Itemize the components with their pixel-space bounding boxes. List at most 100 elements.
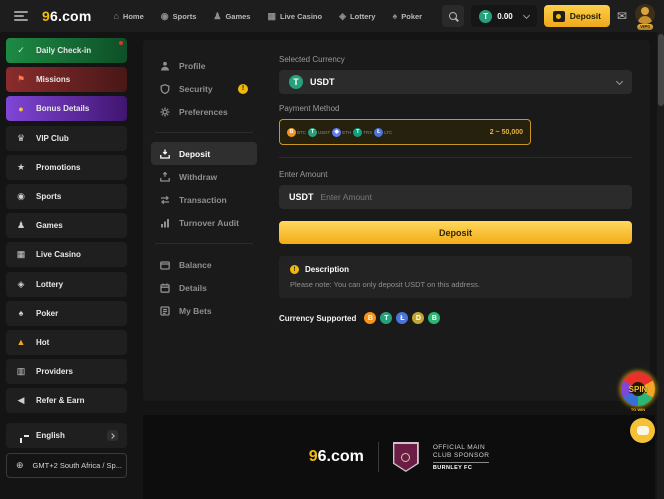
- usdt-coin-icon: T: [289, 75, 303, 89]
- nav-item-lottery[interactable]: ◈Lottery: [339, 11, 375, 22]
- amount-currency-prefix: USDT: [289, 192, 314, 202]
- currency-supported-row: Currency Supported B T Ł D B: [279, 312, 632, 324]
- balance-selector[interactable]: T 0.00: [471, 5, 537, 27]
- live-casino-icon: ▦: [267, 11, 276, 22]
- top-navbar: 96.com ⌂Home ◉Sports ♟Games ▦Live Casino…: [0, 0, 664, 32]
- sidebar-item-bonus-details[interactable]: ●Bonus Details: [6, 96, 127, 121]
- check-in-icon: ✓: [15, 45, 27, 56]
- eth-coin: ◆ETH: [332, 128, 351, 137]
- enter-amount-label: Enter Amount: [279, 170, 632, 179]
- live-chat-button[interactable]: [630, 418, 655, 443]
- sidebar-item-refer-earn[interactable]: ◀Refer & Earn: [6, 388, 127, 413]
- doge-coin-icon: D: [412, 312, 424, 324]
- sidebar-item-providers[interactable]: ▥Providers: [6, 359, 127, 384]
- sidebar-item-games[interactable]: ♟Games: [6, 213, 127, 238]
- account-item-details[interactable]: Details: [151, 276, 257, 299]
- menu-divider: [155, 132, 253, 133]
- usdt-coin: TUSDT: [308, 128, 330, 137]
- spin-wheel-widget[interactable]: SPIN TO WIN: [619, 372, 657, 412]
- mail-icon[interactable]: ✉: [617, 9, 627, 23]
- gear-icon: [160, 107, 170, 117]
- usdt-coin-icon: T: [479, 10, 492, 23]
- account-menu: Profile Security ! Preferences Deposit W…: [143, 40, 265, 401]
- account-item-preferences[interactable]: Preferences: [151, 100, 257, 123]
- crown-icon: ♛: [15, 133, 27, 144]
- page-scrollbar: [657, 0, 664, 499]
- eth-coin-icon: ◆: [332, 128, 341, 137]
- sidebar-item-poker[interactable]: ♠Poker: [6, 301, 127, 326]
- currency-select[interactable]: T USDT: [279, 70, 632, 94]
- person-icon: [160, 61, 170, 71]
- amount-input-wrap: USDT: [279, 185, 632, 209]
- search-icon: [449, 12, 457, 20]
- sidebar-item-hot[interactable]: ▲Hot: [6, 330, 127, 355]
- account-item-balance[interactable]: Balance: [151, 253, 257, 276]
- ltc-coin: ŁLTC: [374, 128, 392, 137]
- flame-icon: ▲: [15, 337, 27, 347]
- timezone-selector[interactable]: ⊕ GMT+2 South Africa / Sp...: [6, 453, 127, 478]
- sidebar-item-promotions[interactable]: ★Promotions: [6, 155, 127, 180]
- nav-item-sports[interactable]: ◉Sports: [161, 11, 197, 22]
- sidebar-item-missions[interactable]: ⚑Missions: [6, 67, 127, 92]
- nav-item-games[interactable]: ♟Games: [213, 11, 250, 22]
- calendar-icon: [160, 283, 170, 293]
- list-icon: [160, 306, 170, 316]
- nav-item-poker[interactable]: ♠Poker: [392, 11, 422, 21]
- vip-level-badge: VIP0: [637, 24, 653, 30]
- payment-method-label: Payment Method: [279, 104, 632, 113]
- account-item-transaction[interactable]: Transaction: [151, 188, 257, 211]
- deposit-icon: [160, 149, 170, 159]
- ltc-coin-icon: Ł: [374, 128, 383, 137]
- account-item-turnover-audit[interactable]: Turnover Audit: [151, 211, 257, 234]
- deposit-form: Selected Currency T USDT Payment Method …: [265, 40, 650, 401]
- spin-sub-label: TO WIN: [619, 407, 657, 412]
- sidebar-item-sports[interactable]: ◉Sports: [6, 184, 127, 209]
- scrollbar-thumb[interactable]: [658, 34, 664, 106]
- sidebar-item-lottery[interactable]: ◈Lottery: [6, 272, 127, 297]
- btc-coin-icon: B: [364, 312, 376, 324]
- bch-coin-icon: B: [428, 312, 440, 324]
- chat-bubble-icon: [637, 426, 649, 435]
- account-item-security[interactable]: Security !: [151, 77, 257, 100]
- lottery-icon: ◈: [339, 11, 346, 22]
- account-item-my-bets[interactable]: My Bets: [151, 299, 257, 322]
- nav-item-live-casino[interactable]: ▦Live Casino: [267, 11, 322, 22]
- gift-icon: ★: [15, 162, 27, 173]
- account-item-withdraw[interactable]: Withdraw: [151, 165, 257, 188]
- gamepad-icon: ♟: [15, 220, 27, 231]
- left-sidebar: ✓Daily Check-in ⚑Missions ●Bonus Details…: [6, 38, 127, 478]
- navbar-right: T 0.00 Deposit ✉ VIP0: [442, 4, 656, 28]
- chevron-right-icon: [107, 430, 118, 441]
- sidebar-item-live-casino[interactable]: ▦Live Casino: [6, 242, 127, 267]
- withdraw-icon: [160, 172, 170, 182]
- account-item-deposit[interactable]: Deposit: [151, 142, 257, 165]
- hamburger-menu-icon[interactable]: [14, 11, 28, 21]
- site-logo[interactable]: 96.com: [42, 8, 91, 24]
- account-item-profile[interactable]: Profile: [151, 54, 257, 77]
- amount-input[interactable]: [321, 192, 623, 202]
- usdt-coin-icon: T: [308, 128, 317, 137]
- navbar-deposit-button[interactable]: Deposit: [544, 5, 610, 27]
- selected-currency-value: USDT: [310, 77, 335, 87]
- payment-method-option[interactable]: BBTC TUSDT ◆ETH TTRX ŁLTC 2 ~ 50,000: [279, 119, 531, 145]
- nav-item-home[interactable]: ⌂Home: [113, 11, 143, 21]
- page-footer: 96.com OFFICIAL MAIN CLUB SPONSOR BURNLE…: [143, 415, 655, 499]
- burnley-crest-icon: [393, 442, 419, 472]
- currency-supported-label: Currency Supported: [279, 314, 356, 323]
- sports-ball-icon: ◉: [15, 191, 27, 202]
- sidebar-item-vip-club[interactable]: ♛VIP Club: [6, 126, 127, 151]
- balance-amount: 0.00: [497, 12, 513, 21]
- user-avatar[interactable]: VIP0: [634, 4, 656, 28]
- wallet-icon: [553, 11, 565, 22]
- language-selector[interactable]: English: [6, 423, 127, 448]
- bonus-coin-icon: ●: [15, 104, 27, 114]
- home-icon: ⌂: [113, 11, 118, 21]
- ltc-coin-icon: Ł: [396, 312, 408, 324]
- sidebar-item-daily-check-in[interactable]: ✓Daily Check-in: [6, 38, 127, 63]
- search-button[interactable]: [442, 5, 464, 27]
- deposit-submit-button[interactable]: Deposit: [279, 221, 632, 244]
- trx-coin-icon: T: [353, 128, 362, 137]
- usdt-coin-icon: T: [380, 312, 392, 324]
- spin-label: SPIN: [619, 385, 657, 394]
- megaphone-icon: ◀: [15, 395, 27, 406]
